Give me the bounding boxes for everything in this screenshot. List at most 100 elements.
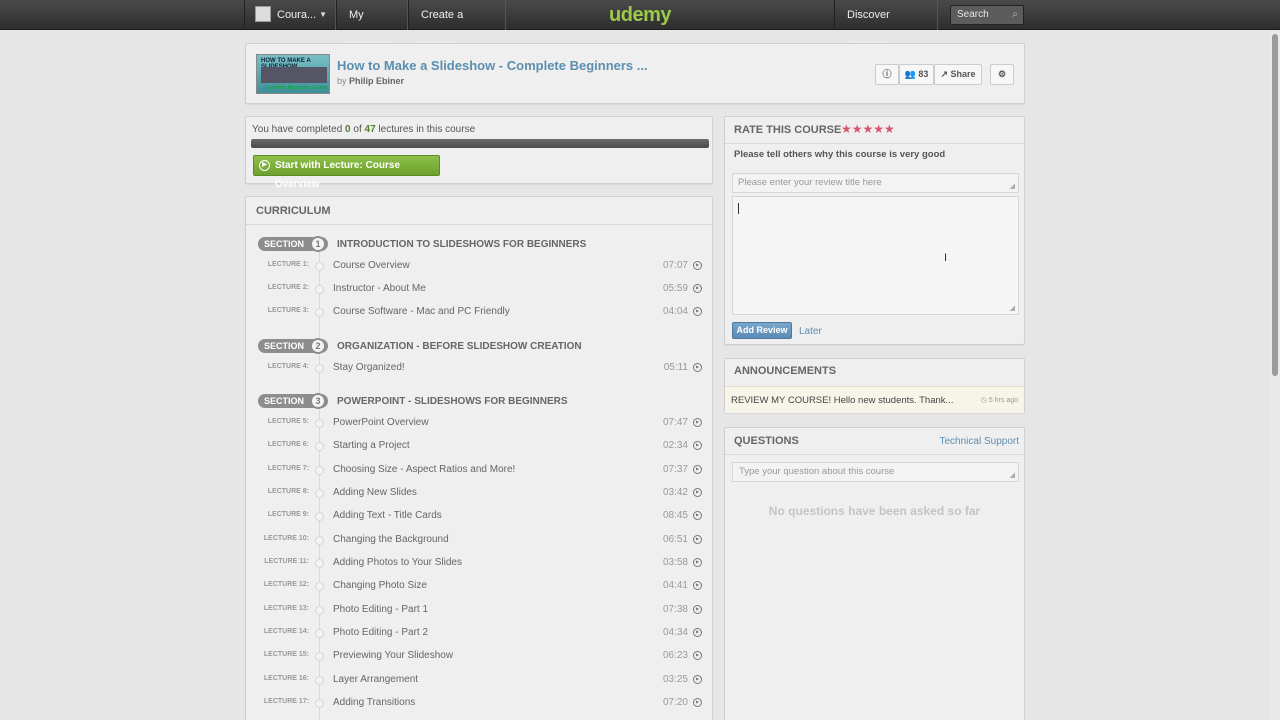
page-scrollbar[interactable] (1270, 30, 1280, 720)
lecture-row[interactable]: LECTURE 7: Choosing Size - Aspect Ratios … (246, 459, 712, 479)
star-rating[interactable]: ★★★★★ (841, 122, 895, 136)
lecture-row[interactable]: LECTURE 10: Changing the Background 06:51 ▶ (246, 529, 712, 549)
progress-prefix: You have completed (252, 124, 343, 135)
play-icon[interactable]: ▶ (693, 307, 702, 316)
search-icon[interactable]: ⌕ (1012, 6, 1018, 24)
lecture-number: LECTURE 11: (264, 558, 309, 565)
lecture-title: Stay Organized! (333, 362, 405, 373)
lecture-row[interactable]: LECTURE 9: Adding Text - Title Cards 08:45… (246, 505, 712, 525)
resize-handle-icon[interactable]: ◢ (1010, 472, 1015, 479)
announcement-item[interactable]: REVIEW MY COURSE! Hello new students. Th… (725, 386, 1024, 413)
lecture-row[interactable]: LECTURE 1: Course Overview 07:07 ▶ (246, 255, 712, 275)
review-body-textarea[interactable]: ◢ (732, 196, 1019, 315)
section-row[interactable]: SECTION 2 ORGANIZATION - BEFORE SLIDESHOW … (246, 335, 712, 355)
my-courses-link[interactable]: My Courses (336, 0, 408, 51)
curriculum-panel: CURRICULUM SECTION 1 INTRODUCTION TO SLIDE… (245, 196, 713, 720)
author-name[interactable]: Philip Ebiner (349, 76, 404, 86)
play-icon[interactable]: ▶ (693, 284, 702, 293)
question-input[interactable]: Type your question about this course ◢ (732, 462, 1019, 482)
course-thumbnail[interactable]: HOW TO MAKE A SLIDESHOW Complete Beginne… (256, 54, 330, 94)
search-input[interactable]: Search ⌕ (950, 5, 1024, 25)
play-icon[interactable]: ▶ (693, 261, 702, 270)
discover-courses-link[interactable]: Discover Courses (834, 0, 938, 51)
lecture-title: Choosing Size - Aspect Ratios and More! (333, 464, 516, 475)
udemy-logo[interactable]: udemy (600, 3, 680, 27)
resize-handle-icon[interactable]: ◢ (1010, 305, 1015, 312)
lecture-status-icon (315, 262, 324, 271)
lecture-title: Layer Arrangement (333, 674, 419, 685)
progress-panel: You have completed 0 of 47 lectures in t… (245, 116, 713, 190)
share-button[interactable]: ↗ Share (934, 64, 982, 85)
play-icon[interactable]: ▶ (693, 441, 702, 450)
lecture-number: LECTURE 8: (267, 488, 309, 495)
lecture-status-icon (315, 512, 324, 521)
lecture-row[interactable]: LECTURE 12: Changing Photo Size 04:41 ▶ (246, 575, 712, 595)
chevron-down-icon: ▼ (319, 10, 327, 19)
create-course-link[interactable]: Create a Course (408, 0, 506, 51)
play-icon[interactable]: ▶ (693, 558, 702, 567)
divider (725, 143, 1024, 144)
resize-handle-icon[interactable]: ◢ (1010, 183, 1015, 190)
play-icon[interactable]: ▶ (693, 488, 702, 497)
announcement-time: ◷ 5 hrs ago (981, 396, 1018, 404)
play-icon[interactable]: ▶ (693, 418, 702, 427)
settings-button[interactable]: ⚙ (990, 64, 1014, 85)
play-icon[interactable]: ▶ (693, 651, 702, 660)
lecture-row[interactable]: LECTURE 13: Photo Editing - Part 1 07:38 ▶ (246, 599, 712, 619)
lecture-row[interactable]: LECTURE 8: Adding New Slides 03:42 ▶ (246, 482, 712, 502)
lecture-number: LECTURE 7: (267, 465, 309, 472)
lecture-status-icon (315, 308, 324, 317)
lecture-row[interactable]: LECTURE 14: Photo Editing - Part 2 04:34 ▶ (246, 622, 712, 642)
progress-completed: 0 (345, 124, 351, 135)
lecture-title: Adding New Slides (333, 487, 417, 498)
progress-text: You have completed 0 of 47 lectures in t… (252, 124, 475, 135)
scrollbar-thumb[interactable] (1272, 34, 1278, 376)
technical-support-link[interactable]: Technical Support (940, 436, 1020, 447)
curriculum-title: CURRICULUM (246, 197, 712, 225)
lecture-row[interactable]: LECTURE 5: PowerPoint Overview 07:47 ▶ (246, 412, 712, 432)
review-title-input[interactable]: Please enter your review title here ◢ (732, 173, 1019, 193)
lecture-row[interactable]: LECTURE 3: Course Software - Mac and PC F… (246, 301, 712, 321)
play-icon[interactable]: ▶ (693, 465, 702, 474)
progress-suffix: lectures in this course (378, 124, 476, 135)
play-icon[interactable]: ▶ (693, 511, 702, 520)
lecture-status-icon (315, 536, 324, 545)
course-dropdown[interactable]: Coura... ▼ (244, 0, 336, 30)
play-icon[interactable]: ▶ (693, 535, 702, 544)
play-icon[interactable]: ▶ (693, 363, 702, 372)
lecture-number: LECTURE 3: (267, 307, 309, 314)
lecture-row[interactable]: LECTURE 11: Adding Photos to Your Slides 0… (246, 552, 712, 572)
lecture-status-icon (315, 489, 324, 498)
section-row[interactable]: SECTION 1 INTRODUCTION TO SLIDESHOWS FOR B… (246, 233, 712, 253)
lecture-number: LECTURE 12: (263, 581, 309, 588)
play-icon[interactable]: ▶ (693, 675, 702, 684)
lecture-status-icon (315, 629, 324, 638)
rate-subtitle: Please tell others why this course is ve… (734, 149, 946, 160)
lecture-row[interactable]: LECTURE 16: Layer Arrangement 03:25 ▶ (246, 669, 712, 689)
lecture-status-icon (315, 285, 324, 294)
info-button[interactable]: ⓘ (875, 64, 899, 85)
course-title[interactable]: How to Make a Slideshow - Complete Begin… (337, 58, 648, 73)
lecture-duration: 07:38 (662, 604, 688, 615)
lecture-duration: 04:41 (662, 580, 688, 591)
play-icon[interactable]: ▶ (693, 698, 702, 707)
play-icon[interactable]: ▶ (693, 605, 702, 614)
section-row[interactable]: SECTION 3 POWERPOINT - SLIDESHOWS FOR BEGI… (246, 390, 712, 410)
play-icon[interactable]: ▶ (693, 581, 702, 590)
students-button[interactable]: 👥 83 (899, 64, 934, 85)
lecture-row[interactable]: LECTURE 17: Adding Transitions 07:20 ▶ (246, 692, 712, 712)
lecture-row[interactable]: LECTURE 4: Stay Organized! 05:11 ▶ (246, 357, 712, 377)
course-thumb-icon (255, 5, 271, 22)
add-review-button[interactable]: Add Review (732, 322, 792, 339)
lecture-row[interactable]: LECTURE 6: Starting a Project 02:34 ▶ (246, 435, 712, 455)
section-title: INTRODUCTION TO SLIDESHOWS FOR BEGINNERS (337, 239, 587, 250)
start-lecture-button[interactable]: ▶ Start with Lecture: Course Overview (253, 155, 440, 190)
lecture-row[interactable]: LECTURE 2: Instructor - About Me 05:59 ▶ (246, 278, 712, 298)
later-link[interactable]: Later (799, 326, 822, 337)
start-lecture-label: Start with Lecture: Course Overview (275, 160, 401, 190)
review-title-placeholder: Please enter your review title here (738, 177, 882, 188)
section-title: POWERPOINT - SLIDESHOWS FOR BEGINNERS (337, 396, 568, 407)
play-icon[interactable]: ▶ (693, 628, 702, 637)
lecture-duration: 06:23 (662, 650, 688, 661)
lecture-row[interactable]: LECTURE 15: Previewing Your Slideshow 06:2… (246, 645, 712, 665)
